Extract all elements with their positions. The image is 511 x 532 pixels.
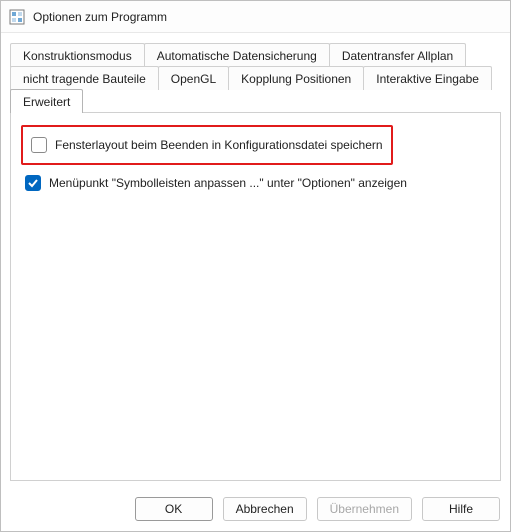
ok-button[interactable]: OK [135, 497, 213, 521]
apply-button[interactable]: Übernehmen [317, 497, 412, 521]
window-title: Optionen zum Programm [33, 10, 167, 24]
dialog-buttons: OK Abbrechen Übernehmen Hilfe [1, 489, 510, 531]
option-fensterlayout-speichern[interactable]: Fensterlayout beim Beenden in Konfigurat… [27, 131, 387, 159]
tab-panel-erweitert: Fensterlayout beim Beenden in Konfigurat… [10, 112, 501, 481]
app-icon [9, 9, 25, 25]
tab-opengl[interactable]: OpenGL [158, 66, 229, 90]
tab-label: OpenGL [171, 72, 216, 86]
tab-interaktive-eingabe[interactable]: Interaktive Eingabe [363, 66, 492, 90]
highlight-box: Fensterlayout beim Beenden in Konfigurat… [21, 125, 393, 165]
tab-label: Automatische Datensicherung [157, 49, 317, 63]
tab-datentransfer-allplan[interactable]: Datentransfer Allplan [329, 43, 466, 67]
tabstrip: Konstruktionsmodus Automatische Datensic… [10, 43, 501, 113]
tab-kopplung-positionen[interactable]: Kopplung Positionen [228, 66, 364, 90]
tab-erweitert[interactable]: Erweitert [10, 89, 83, 113]
checkbox-symbolleisten[interactable] [25, 175, 41, 191]
option-label: Menüpunkt "Symbolleisten anpassen ..." u… [49, 176, 407, 190]
tab-label: Datentransfer Allplan [342, 49, 453, 63]
content: Konstruktionsmodus Automatische Datensic… [1, 33, 510, 489]
help-button[interactable]: Hilfe [422, 497, 500, 521]
tab-label: nicht tragende Bauteile [23, 72, 146, 86]
titlebar: Optionen zum Programm [1, 1, 510, 33]
tab-label: Konstruktionsmodus [23, 49, 132, 63]
program-options-dialog: Optionen zum Programm Konstruktionsmodus… [0, 0, 511, 532]
tab-label: Interaktive Eingabe [376, 72, 479, 86]
checkbox-fensterlayout[interactable] [31, 137, 47, 153]
tab-konstruktionsmodus[interactable]: Konstruktionsmodus [10, 43, 145, 67]
option-symbolleisten-anzeigen[interactable]: Menüpunkt "Symbolleisten anpassen ..." u… [21, 169, 490, 197]
option-label: Fensterlayout beim Beenden in Konfigurat… [55, 138, 383, 152]
tab-label: Kopplung Positionen [241, 72, 351, 86]
tab-nicht-tragende-bauteile[interactable]: nicht tragende Bauteile [10, 66, 159, 90]
cancel-button[interactable]: Abbrechen [223, 497, 307, 521]
tab-label: Erweitert [23, 95, 70, 109]
tab-autodatensicherung[interactable]: Automatische Datensicherung [144, 43, 330, 67]
